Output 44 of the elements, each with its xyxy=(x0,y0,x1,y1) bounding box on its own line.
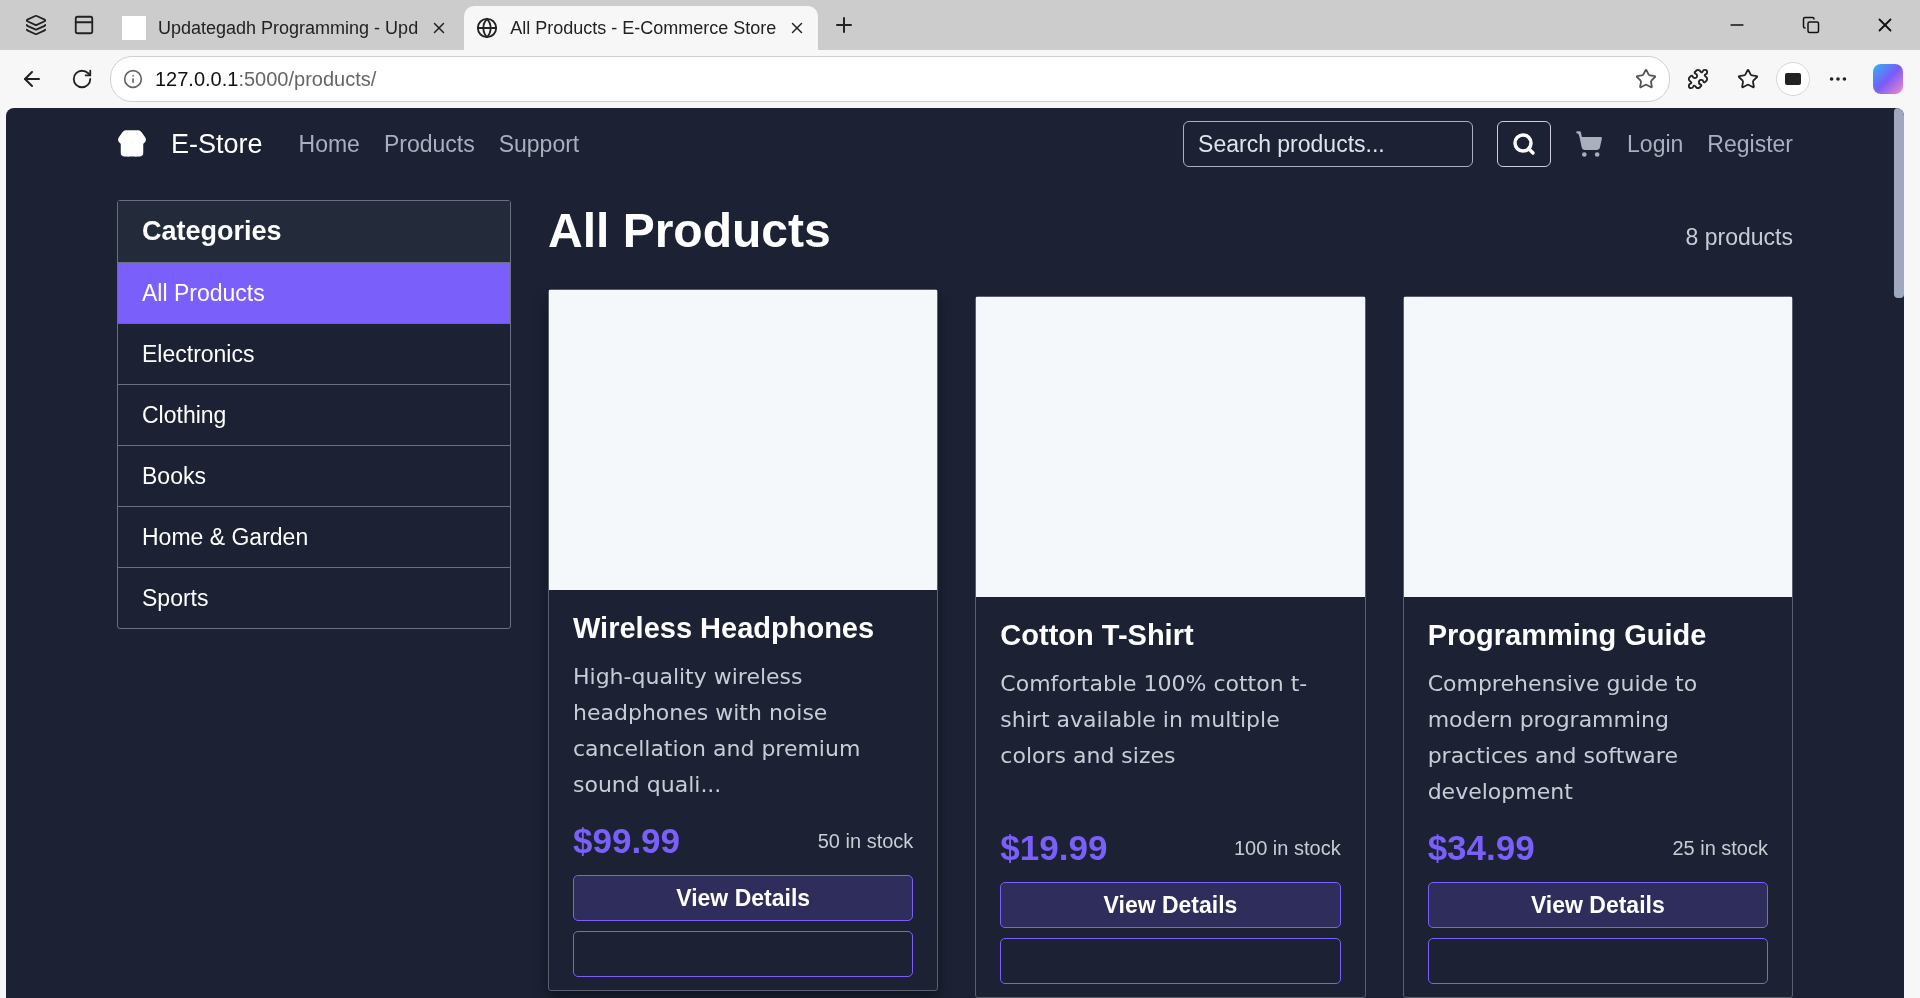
profile-avatar[interactable] xyxy=(1776,62,1810,96)
outline-button[interactable] xyxy=(1000,938,1341,984)
page-title: All Products xyxy=(548,202,831,258)
product-description: High-quality wireless headphones with noise cancellation and premium sound quali... xyxy=(573,663,862,799)
view-details-button[interactable]: View Details xyxy=(1000,882,1341,928)
outline-button[interactable] xyxy=(573,931,914,977)
browser-tab[interactable]: All Products - E-Commerce Store xyxy=(464,6,819,50)
nav-link[interactable]: Home xyxy=(298,130,360,158)
browser-tab[interactable]: Updategadh Programming - Upd xyxy=(110,6,461,50)
nav-link[interactable]: Register xyxy=(1707,130,1793,158)
product-name: Wireless Headphones xyxy=(573,612,876,645)
product-description: Comfortable 100% cotton t-shirt available in multiple colors and sizes xyxy=(1000,670,1309,770)
product-price: $99.99 xyxy=(573,821,681,861)
view-details-button[interactable]: View Details xyxy=(1427,882,1768,928)
product-description: Comprehensive guide to modern programming practices and software development xyxy=(1427,670,1699,806)
product-price: $19.99 xyxy=(1000,828,1108,868)
scrollbar-thumb[interactable] xyxy=(1894,108,1904,298)
stock-count: 50 in stock xyxy=(817,829,914,853)
stock-count: 25 in stock xyxy=(1672,836,1768,860)
product-count: 8 products xyxy=(1685,223,1793,251)
category-item[interactable]: All Products xyxy=(118,263,510,323)
outline-button[interactable] xyxy=(1427,938,1768,984)
category-item[interactable]: Clothing xyxy=(118,384,510,445)
panel-title: Categories xyxy=(118,201,510,263)
category-item[interactable]: Electronics xyxy=(118,323,510,384)
nav-link[interactable]: Login xyxy=(1627,130,1684,158)
nav-link[interactable]: Products xyxy=(383,130,475,158)
product-name: Programming Guide xyxy=(1427,619,1708,652)
search-icon xyxy=(1512,132,1537,156)
category-item[interactable]: Books xyxy=(118,445,510,506)
store-icon xyxy=(117,129,147,159)
address-bar[interactable]: 127.0.0.1:5000/products/ xyxy=(110,56,1670,102)
category-item[interactable]: Sports xyxy=(118,567,510,628)
stock-count: 100 in stock xyxy=(1233,836,1341,860)
search-field[interactable]: Search products... xyxy=(1183,121,1474,167)
product-price: $34.99 xyxy=(1427,828,1535,868)
nav-link[interactable]: Support xyxy=(498,130,580,158)
cart-icon[interactable] xyxy=(1575,130,1604,158)
brand-link[interactable]: E-Store xyxy=(171,128,263,160)
search-button[interactable] xyxy=(1497,121,1552,167)
product-name: Cotton T-Shirt xyxy=(1000,619,1195,652)
globe-icon xyxy=(476,17,499,39)
category-item[interactable]: Home & Garden xyxy=(118,506,510,567)
view-details-button[interactable]: View Details xyxy=(573,875,914,921)
